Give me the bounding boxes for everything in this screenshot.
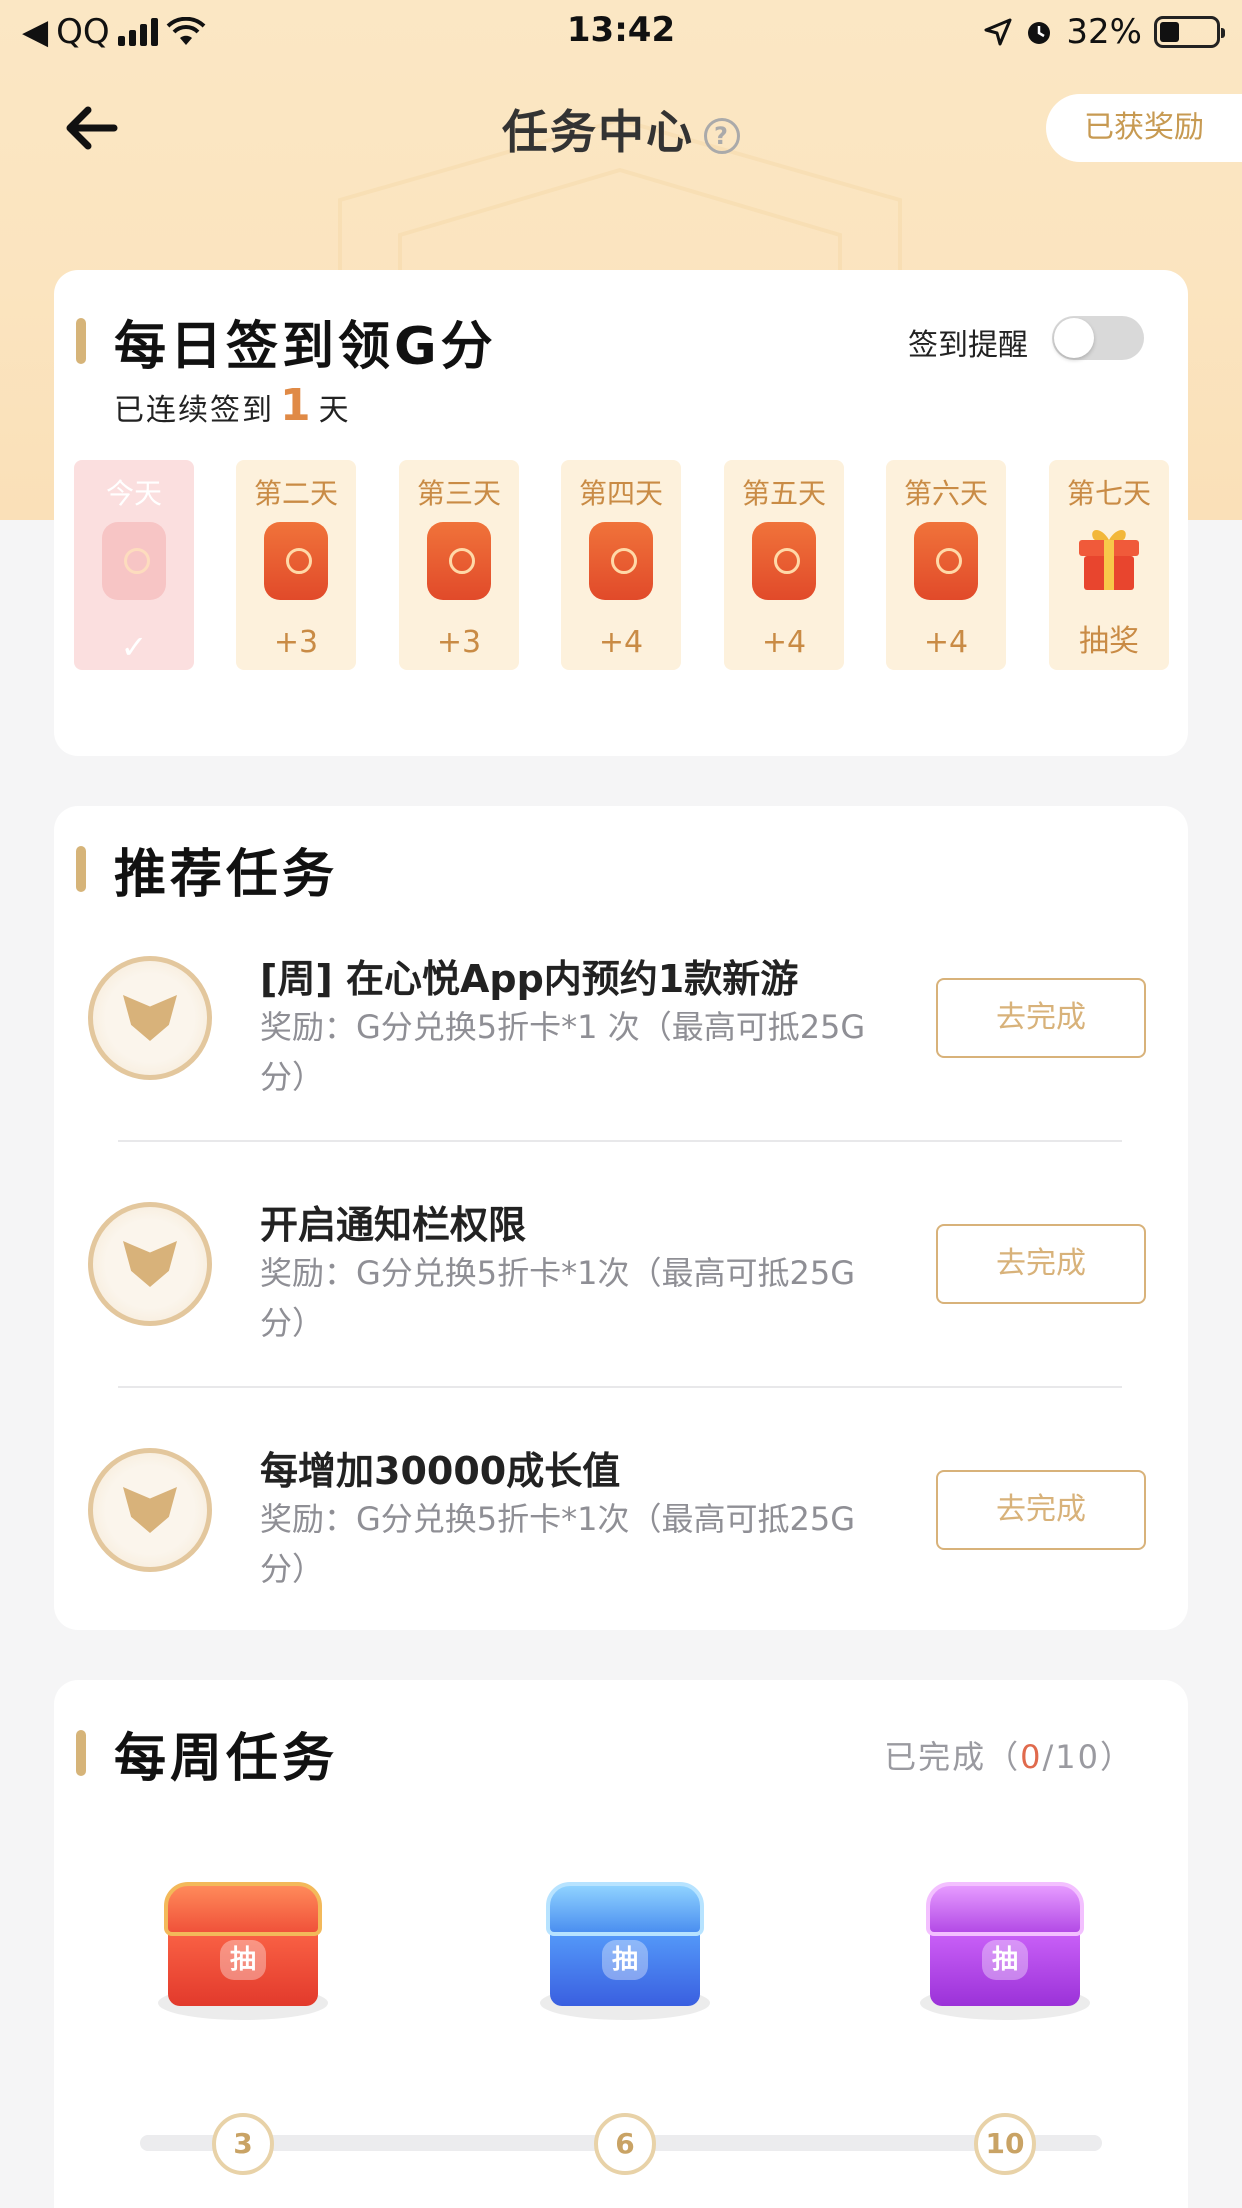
- milestone-6: 6: [594, 2113, 656, 2175]
- location-arrow-icon: [984, 18, 1012, 46]
- day-2[interactable]: 第二天 +3: [236, 460, 356, 670]
- recommended-tasks-card: 推荐任务 [周] 在心悦App内预约1款新游 奖励：G分兑换5折卡*1 次（最高…: [54, 806, 1188, 1630]
- treasure-chest-purple[interactable]: 抽: [920, 1876, 1090, 2020]
- day-label: 第二天: [253, 477, 338, 510]
- section-marker: [76, 1730, 86, 1776]
- chest-lid: [546, 1882, 704, 1936]
- streak-count: 1: [280, 380, 313, 431]
- day-label: 第四天: [578, 477, 663, 510]
- day-label: 第五天: [741, 477, 826, 510]
- g-coin-icon: [914, 522, 978, 600]
- section-marker: [76, 318, 86, 364]
- treasure-chest-red[interactable]: 抽: [158, 1876, 328, 2020]
- task-badge-icon: [88, 956, 212, 1080]
- weekly-title: 每周任务: [114, 1729, 339, 1789]
- day-reward: +4: [598, 625, 644, 660]
- g-coin-icon: [752, 522, 816, 600]
- chest-lid: [164, 1882, 322, 1936]
- day-label: 今天: [105, 477, 162, 510]
- status-prefix: 已完成（: [884, 1738, 1021, 1776]
- streak-text: 已连续签到 1 天: [114, 380, 351, 431]
- day-label: 第三天: [416, 477, 501, 510]
- streak-prefix: 已连续签到: [114, 393, 274, 428]
- checkmark-icon: ✓: [120, 628, 148, 666]
- help-icon[interactable]: ?: [704, 117, 740, 154]
- task-reward-desc: 奖励：G分兑换5折卡*1次（最高可抵25G分）: [260, 1254, 856, 1342]
- task-item: 每增加30000成长值 奖励：G分兑换5折卡*1次（最高可抵25G分） 去完成: [54, 1428, 1188, 1674]
- weekly-tasks-card: 每周任务 已完成（0/10） 抽 抽 抽 3 6 10: [54, 1680, 1188, 2208]
- milestone-3: 3: [212, 2113, 274, 2175]
- go-complete-button[interactable]: 去完成: [936, 1224, 1146, 1304]
- g-coin-icon: [102, 522, 166, 600]
- status-bar: ◀ QQ 13:42 32%: [0, 0, 1242, 64]
- day-label: 第七天: [1066, 477, 1151, 510]
- battery-percent: 32%: [1066, 12, 1142, 52]
- task-badge-icon: [88, 1202, 212, 1326]
- recommended-title: 推荐任务: [114, 845, 339, 905]
- chest-lid: [926, 1882, 1084, 1936]
- day-4[interactable]: 第四天 +4: [561, 460, 681, 670]
- alarm-icon: [1028, 22, 1051, 44]
- chest-draw-label: 抽: [982, 1940, 1028, 1980]
- status-done-count: 0: [1020, 1738, 1043, 1776]
- task-reward-desc: 奖励：G分兑换5折卡*1次（最高可抵25G分）: [260, 1500, 856, 1588]
- reminder-label: 签到提醒: [908, 328, 1028, 363]
- day-1-today[interactable]: 今天 ✓: [74, 460, 194, 670]
- daily-checkin-card: 每日签到领G分 已连续签到 1 天 签到提醒 今天 ✓ 第二天 +3 第三天 +3 …: [54, 270, 1188, 756]
- go-complete-button[interactable]: 去完成: [936, 978, 1146, 1058]
- treasure-chest-blue[interactable]: 抽: [540, 1876, 710, 2020]
- chest-draw-label: 抽: [602, 1940, 648, 1980]
- section-marker: [76, 846, 86, 892]
- day-reward: +4: [761, 625, 807, 660]
- day-reward: 抽奖: [1079, 624, 1139, 659]
- task-badge-icon: [88, 1448, 212, 1572]
- task-reward-desc: 奖励：G分兑换5折卡*1 次（最高可抵25G分）: [260, 1008, 866, 1096]
- day-3[interactable]: 第三天 +3: [399, 460, 519, 670]
- toggle-knob: [1054, 318, 1094, 358]
- g-coin-icon: [427, 522, 491, 600]
- day-reward: +3: [273, 625, 319, 660]
- go-complete-button[interactable]: 去完成: [936, 1470, 1146, 1550]
- day-7[interactable]: 第七天 抽奖: [1049, 460, 1169, 670]
- task-title: 开启通知栏权限: [260, 1203, 527, 1247]
- g-coin-icon: [589, 522, 653, 600]
- day-reward: +4: [923, 625, 969, 660]
- divider: [118, 1140, 1122, 1142]
- status-suffix: /10）: [1042, 1738, 1134, 1776]
- gift-icon: [1079, 530, 1139, 590]
- divider: [118, 1386, 1122, 1388]
- milestone-10: 10: [974, 2113, 1036, 2175]
- day-6[interactable]: 第六天 +4: [886, 460, 1006, 670]
- page-title-text: 任务中心: [502, 105, 694, 159]
- day-label: 第六天: [903, 477, 988, 510]
- day-reward: +3: [436, 625, 482, 660]
- checkin-title: 每日签到领G分: [114, 317, 497, 377]
- chest-draw-label: 抽: [220, 1940, 266, 1980]
- weekly-progress-text: 已完成（0/10）: [884, 1732, 1134, 1778]
- task-title: [周] 在心悦App内预约1款新游: [260, 957, 799, 1001]
- earned-rewards-button[interactable]: 已获奖励: [1046, 94, 1242, 162]
- status-right: 32%: [984, 12, 1225, 52]
- streak-suffix: 天: [318, 393, 351, 428]
- task-item: 开启通知栏权限 奖励：G分兑换5折卡*1次（最高可抵25G分） 去完成: [54, 1182, 1188, 1428]
- task-title: 每增加30000成长值: [260, 1449, 621, 1493]
- battery-icon: [1154, 16, 1225, 48]
- reminder-toggle[interactable]: [1052, 316, 1144, 360]
- checkin-days: 今天 ✓ 第二天 +3 第三天 +3 第四天 +4 第五天 +4 第六天 +4: [74, 460, 1174, 670]
- g-coin-icon: [264, 522, 328, 600]
- day-5[interactable]: 第五天 +4: [724, 460, 844, 670]
- task-item: [周] 在心悦App内预约1款新游 奖励：G分兑换5折卡*1 次（最高可抵25G…: [54, 936, 1188, 1182]
